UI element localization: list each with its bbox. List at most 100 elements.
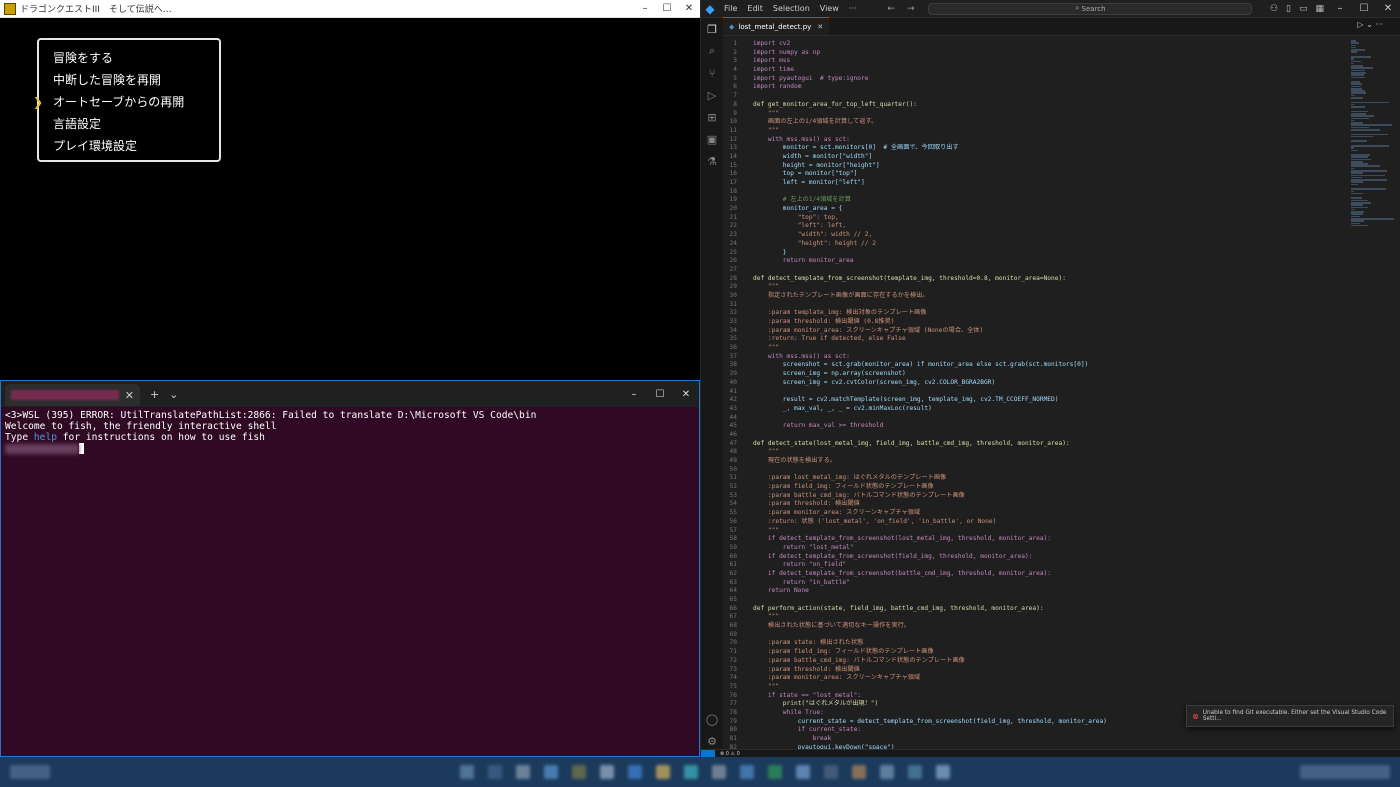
code-line[interactable]: 21 "top": top,	[723, 214, 1353, 223]
code-line[interactable]: 80 if current_state:	[723, 726, 1353, 735]
testing-icon[interactable]: ⚗	[701, 150, 723, 172]
taskbar-app-icon[interactable]	[936, 765, 950, 779]
help-link[interactable]: help	[34, 432, 57, 443]
code-line[interactable]: 19 # 左上の1/4領域を計算	[723, 196, 1353, 205]
code-line[interactable]: 27	[723, 266, 1353, 275]
code-line[interactable]: 43 _, max_val, _, _ = cv2.minMaxLoc(resu…	[723, 405, 1353, 414]
problems-indicator-icon[interactable]: ⊗ 0 ⚠ 0	[715, 751, 745, 757]
code-line[interactable]: 15 height = monitor["height"]	[723, 162, 1353, 171]
code-line[interactable]: 28 def detect_template_from_screenshot(te…	[723, 275, 1353, 284]
code-line[interactable]: 32 :param template_img: 検出対象のテンプレート画像	[723, 309, 1353, 318]
maximize-icon[interactable]: ☐	[656, 0, 678, 18]
code-line[interactable]: 67 """	[723, 613, 1353, 622]
explorer-icon[interactable]: ❐	[701, 18, 723, 40]
code-line[interactable]: 16 top = monitor["top"]	[723, 170, 1353, 179]
code-line[interactable]: 30 指定されたテンプレート画像が画面に存在するかを検出。	[723, 292, 1353, 301]
taskbar-weather-widget[interactable]	[10, 765, 50, 779]
search-icon[interactable]: ⌕	[701, 40, 723, 62]
code-line[interactable]: 60 if detect_template_from_screenshot(fi…	[723, 553, 1353, 562]
taskbar-app-icon[interactable]	[880, 765, 894, 779]
code-line[interactable]: 11 """	[723, 127, 1353, 136]
menu-item-play-settings[interactable]: プレイ環境設定	[39, 135, 219, 157]
run-python-icon[interactable]: ▷ ⌄ ···	[1357, 20, 1383, 29]
taskbar-system-tray[interactable]	[1300, 765, 1390, 779]
code-line[interactable]: 81 break	[723, 735, 1353, 744]
run-debug-icon[interactable]: ▷	[701, 84, 723, 106]
menu-file[interactable]: File	[719, 4, 742, 13]
layout-panel-icon[interactable]: ▭	[1295, 4, 1312, 14]
taskbar-app-icon[interactable]	[544, 765, 558, 779]
taskbar-app-icon[interactable]	[712, 765, 726, 779]
menu-selection[interactable]: Selection	[768, 4, 815, 13]
code-line[interactable]: 22 "left": left,	[723, 222, 1353, 231]
code-line[interactable]: 58 if detect_template_from_screenshot(lo…	[723, 535, 1353, 544]
menu-item-autosave-resume[interactable]: ❯ オートセーブからの再開	[33, 91, 219, 113]
code-line[interactable]: 37 with mss.mss() as sct:	[723, 353, 1353, 362]
code-line[interactable]: 23 "width": width // 2,	[723, 231, 1353, 240]
code-line[interactable]: 9 """	[723, 110, 1353, 119]
code-line[interactable]: 24 "height": height // 2	[723, 240, 1353, 249]
code-line[interactable]: 20 monitor_area = {	[723, 205, 1353, 214]
minimize-icon[interactable]: –	[621, 385, 647, 403]
taskbar-app-icon[interactable]	[572, 765, 586, 779]
code-line[interactable]: 33 :param threshold: 検出閾値 (0.8推奨)	[723, 318, 1353, 327]
taskbar-app-icon[interactable]	[628, 765, 642, 779]
taskbar-app-icon[interactable]	[908, 765, 922, 779]
git-notification-toast[interactable]: ⊗ Unable to find Git executable. Either …	[1186, 705, 1394, 727]
taskbar-app-icon[interactable]	[684, 765, 698, 779]
code-line[interactable]: 12 with mss.mss() as sct:	[723, 136, 1353, 145]
code-line[interactable]: 25 }	[723, 249, 1353, 258]
code-line[interactable]: 38 screenshot = sct.grab(monitor_area) i…	[723, 361, 1353, 370]
menu-item-new-adventure[interactable]: 冒険をする	[39, 47, 219, 69]
taskbar-app-icon[interactable]	[852, 765, 866, 779]
code-line[interactable]: 54 :param threshold: 検出閾値	[723, 500, 1353, 509]
menu-item-resume-adventure[interactable]: 中断した冒険を再開	[39, 69, 219, 91]
minimize-icon[interactable]: –	[1328, 0, 1352, 18]
minimap[interactable]	[1351, 40, 1395, 749]
tab-close-icon[interactable]: ✕	[817, 23, 823, 31]
menu-item-language-settings[interactable]: 言語設定	[39, 113, 219, 135]
code-line[interactable]: 4 import time	[723, 66, 1353, 75]
taskbar-search-icon[interactable]	[488, 765, 502, 779]
maximize-icon[interactable]: ☐	[1352, 0, 1376, 18]
code-line[interactable]: 3 import mss	[723, 57, 1353, 66]
back-arrow-icon[interactable]: ←	[881, 4, 901, 14]
minimize-icon[interactable]: –	[634, 0, 656, 18]
code-line[interactable]: 40 screen_img = cv2.cvtColor(screen_img,…	[723, 379, 1353, 388]
code-line[interactable]: 65	[723, 596, 1353, 605]
code-line[interactable]: 51 :param lost_metal_img: はぐれメタルのテンプレート画…	[723, 474, 1353, 483]
code-line[interactable]: 14 width = monitor["width"]	[723, 153, 1353, 162]
code-line[interactable]: 70 :param state: 検出された状態	[723, 639, 1353, 648]
code-line[interactable]: 62 if detect_template_from_screenshot(ba…	[723, 570, 1353, 579]
source-control-icon[interactable]: ⑂	[701, 62, 723, 84]
code-line[interactable]: 49 現在の状態を検出する。	[723, 457, 1353, 466]
code-line[interactable]: 57 """	[723, 527, 1353, 536]
close-icon[interactable]: ✕	[673, 385, 699, 403]
remote-explorer-icon[interactable]: ▣	[701, 128, 723, 150]
menu-more[interactable]: ···	[844, 4, 862, 13]
code-line[interactable]: 35 :return: True if detected, else False	[723, 335, 1353, 344]
prompt-line[interactable]	[5, 443, 695, 455]
code-line[interactable]: 1 import cv2	[723, 40, 1353, 49]
tab-close-icon[interactable]: ✕	[125, 389, 134, 402]
code-line[interactable]: 8 def get_monitor_area_for_top_left_quart…	[723, 101, 1353, 110]
code-line[interactable]: 61 return "on_field"	[723, 561, 1353, 570]
code-line[interactable]: 39 screen_img = np.array(screenshot)	[723, 370, 1353, 379]
code-line[interactable]: 36 """	[723, 344, 1353, 353]
taskbar-app-icon[interactable]	[656, 765, 670, 779]
code-line[interactable]: 47 def detect_state(lost_metal_img, field…	[723, 440, 1353, 449]
code-line[interactable]: 42 result = cv2.matchTemplate(screen_img…	[723, 396, 1353, 405]
code-line[interactable]: 68 検出された状態に基づいて適切なキー操作を実行。	[723, 622, 1353, 631]
code-line[interactable]: 66 def perform_action(state, field_img, b…	[723, 605, 1353, 614]
code-line[interactable]: 48 """	[723, 448, 1353, 457]
code-line[interactable]: 45 return max_val >= threshold	[723, 422, 1353, 431]
code-line[interactable]: 31	[723, 301, 1353, 310]
code-line[interactable]: 74 :param monitor_area: スクリーンキャプチャ領域	[723, 674, 1353, 683]
taskbar-app-icon[interactable]	[768, 765, 782, 779]
code-line[interactable]: 64 return None	[723, 587, 1353, 596]
game-titlebar[interactable]: ドラゴンクエストIII そして伝説へ… – ☐ ✕	[0, 0, 700, 18]
code-line[interactable]: 13 monitor = sct.monitors[0] # 全画面で、今回取り…	[723, 144, 1353, 153]
close-icon[interactable]: ✕	[678, 0, 700, 18]
layout-sidebar-icon[interactable]: ▯	[1282, 4, 1295, 14]
taskbar-app-icon[interactable]	[516, 765, 530, 779]
